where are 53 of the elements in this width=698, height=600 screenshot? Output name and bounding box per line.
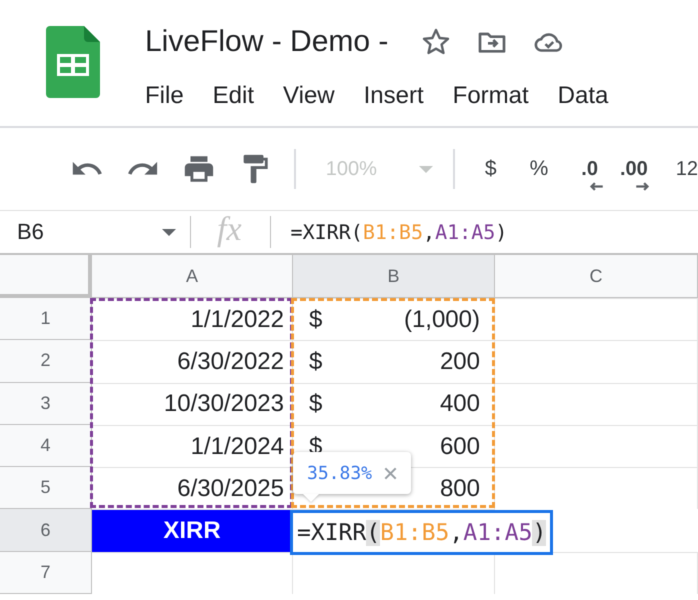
decrease-decimals-button[interactable]: .0 [581, 158, 598, 180]
amount-value: (1,000) [404, 306, 480, 334]
table-cell[interactable] [495, 424, 698, 468]
table-cell[interactable]: XIRR [92, 509, 293, 552]
caret-icon [418, 166, 433, 172]
fx-label: fx [216, 211, 243, 250]
percent-format-button[interactable]: % [530, 157, 548, 181]
table-cell[interactable] [495, 340, 698, 383]
table-cell[interactable] [92, 552, 293, 594]
menu-item[interactable]: Edit [212, 82, 254, 110]
currency-symbol: $ [309, 306, 322, 334]
date-value: 6/30/2022 [177, 348, 284, 376]
increase-decimals-button[interactable]: .00 [620, 158, 648, 180]
row-header[interactable]: 7 [0, 552, 92, 594]
menu-item[interactable]: Format [452, 82, 529, 110]
date-value: 10/30/2023 [164, 390, 284, 418]
right-arrow-icon [636, 182, 650, 190]
date-value: 1/1/2022 [190, 306, 284, 334]
caret-icon [162, 228, 176, 236]
document-title[interactable]: LiveFlow - Demo - [145, 25, 388, 59]
row-header[interactable]: 1 [0, 298, 92, 340]
menu-item[interactable]: View [283, 82, 335, 110]
preview-value: 35.83% [307, 462, 372, 484]
column-header[interactable]: C [495, 255, 698, 298]
name-box[interactable]: B6 [0, 219, 190, 245]
date-value: 1/1/2024 [190, 432, 284, 461]
currency-symbol: $ [309, 390, 322, 418]
menu-item[interactable]: Insert [364, 82, 424, 110]
number-format-button[interactable]: 12 [676, 158, 698, 180]
amount-value: 400 [440, 390, 480, 418]
date-value: 6/30/2025 [177, 474, 284, 503]
row-header[interactable]: 5 [0, 467, 92, 510]
row-header[interactable]: 4 [0, 424, 92, 468]
close-icon[interactable] [384, 466, 398, 480]
table-cell[interactable] [495, 298, 698, 340]
column-header[interactable]: B [293, 255, 495, 298]
currency-symbol: $ [309, 348, 322, 376]
menu-item[interactable]: File [145, 82, 184, 110]
table-cell[interactable] [495, 382, 698, 425]
amount-value: 600 [440, 432, 480, 461]
cell-editor[interactable]: =XIRR(B1:B5,A1:A5) [290, 510, 554, 555]
amount-value: 200 [440, 348, 480, 376]
table-cell[interactable] [495, 467, 698, 510]
row-header[interactable]: 2 [0, 340, 92, 383]
formula-input[interactable]: =XIRR(B1:B5,A1:A5) [270, 220, 508, 244]
sheets-logo-icon[interactable] [46, 26, 100, 98]
menu-item[interactable]: Data [558, 82, 608, 110]
amount-value: 800 [440, 474, 480, 503]
column-header[interactable]: A [92, 255, 293, 298]
row-header[interactable]: 6 [0, 509, 92, 552]
currency-format-button[interactable]: $ [484, 157, 497, 181]
row-header[interactable]: 3 [0, 382, 92, 425]
left-arrow-icon [589, 182, 604, 190]
